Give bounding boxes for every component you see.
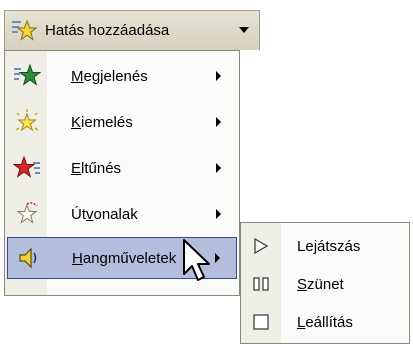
submenu-arrow-icon (216, 163, 221, 173)
exit-star-icon (13, 154, 41, 182)
menu-item-label: Útvonalak (71, 205, 138, 223)
emphasis-star-icon (13, 108, 41, 136)
motion-path-star-icon (13, 200, 41, 228)
submenu-item-play[interactable]: Lejátszás (241, 227, 409, 265)
sound-actions-submenu: Lejátszás Szünet Leállítás (240, 222, 410, 344)
chevron-down-icon (239, 27, 249, 33)
menu-item-label: Hangműveletek (72, 249, 177, 267)
submenu-arrow-icon (216, 209, 221, 219)
menu-item-label: Kiemelés (71, 113, 133, 131)
submenu-item-pause[interactable]: Szünet (241, 265, 409, 303)
entrance-star-icon (13, 62, 41, 90)
menu-item-label: Eltűnés (71, 159, 122, 177)
stop-icon (251, 312, 271, 332)
menu-item-entrance[interactable]: Megjelenés (7, 53, 237, 99)
add-effect-button[interactable]: Hatás hozzáadása (4, 10, 260, 50)
mouse-cursor-icon (183, 239, 210, 281)
add-effect-label: Hatás hozzáadása (45, 22, 170, 39)
submenu-item-label: Szünet (297, 275, 344, 293)
menu-item-emphasis[interactable]: Kiemelés (7, 99, 237, 145)
submenu-item-label: Leállítás (297, 313, 353, 331)
submenu-arrow-icon (216, 71, 221, 81)
star-add-icon (11, 18, 37, 44)
submenu-item-label: Lejátszás (297, 237, 361, 255)
pause-icon (251, 274, 271, 294)
menu-item-label: Megjelenés (71, 67, 148, 85)
play-icon (251, 236, 271, 256)
menu-item-exit[interactable]: Eltűnés (7, 145, 237, 191)
sound-speaker-icon (14, 244, 42, 272)
menu-item-motion-paths[interactable]: Útvonalak (7, 191, 237, 237)
submenu-arrow-icon (216, 117, 221, 127)
submenu-item-stop[interactable]: Leállítás (241, 303, 409, 341)
